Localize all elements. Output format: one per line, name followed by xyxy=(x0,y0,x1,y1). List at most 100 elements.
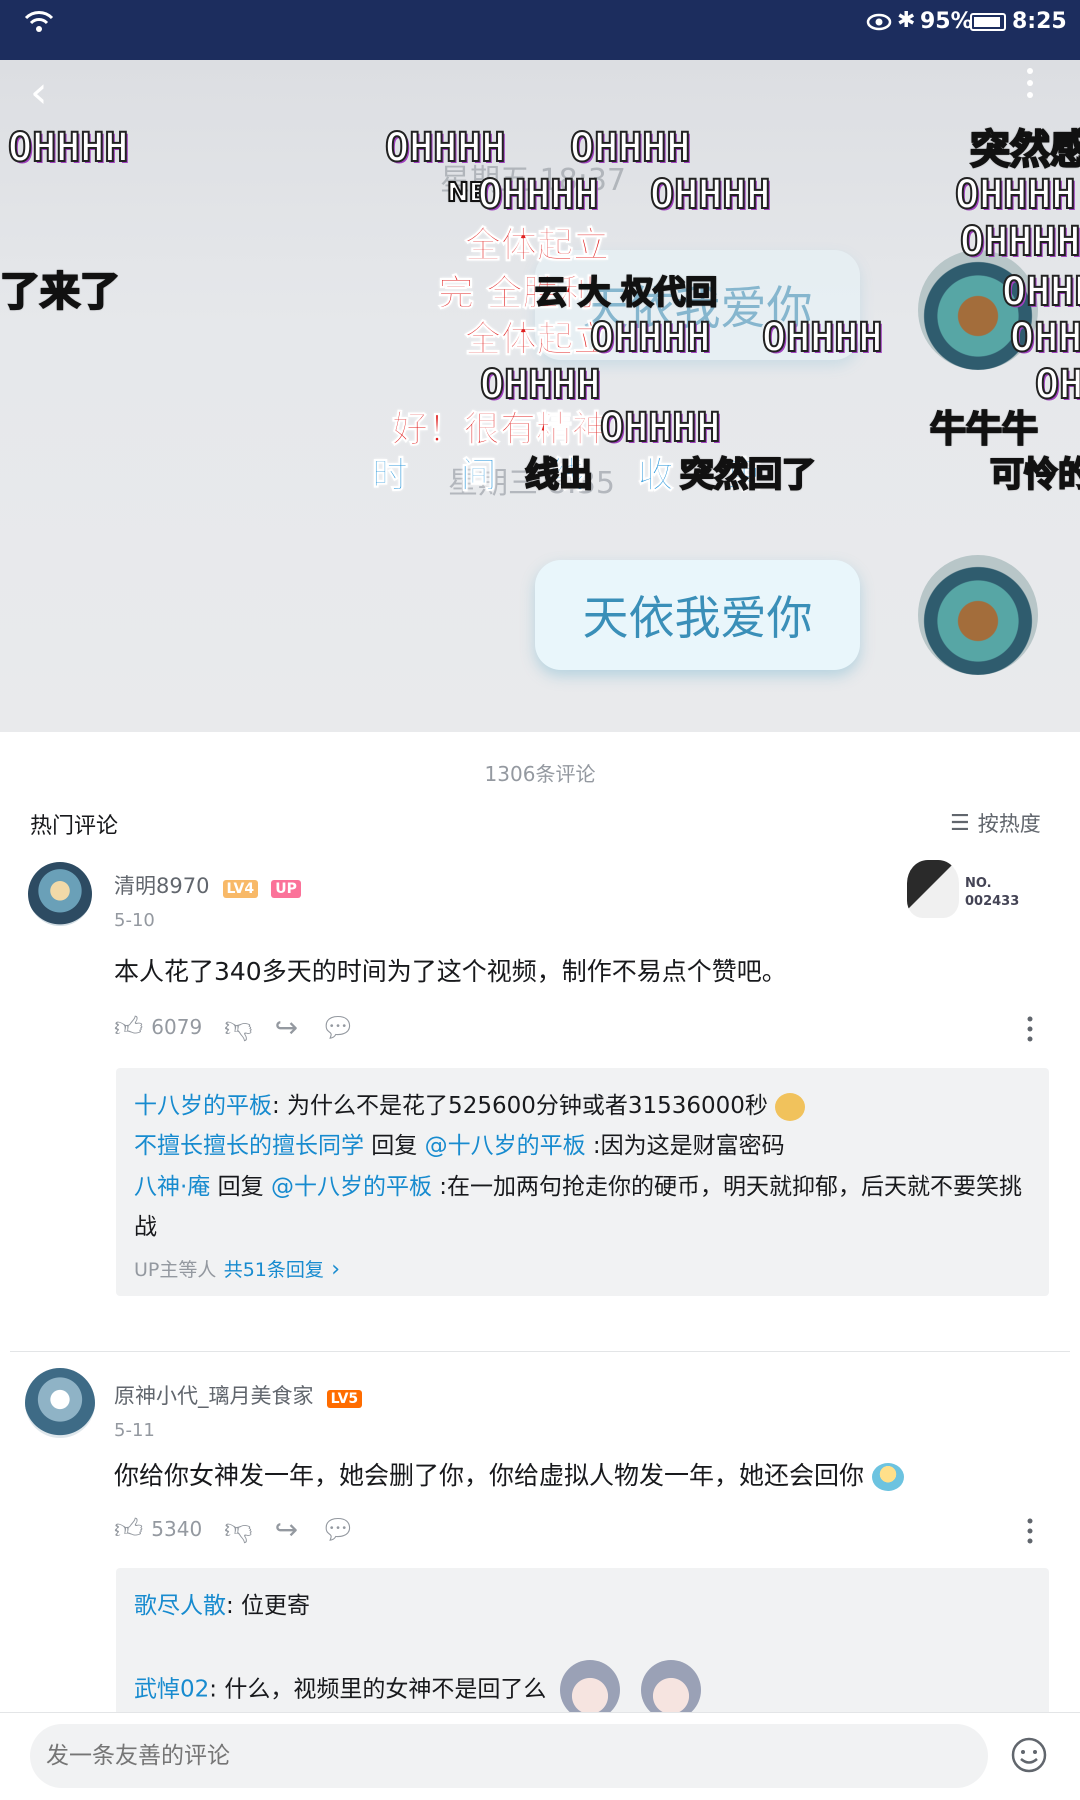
reply-text: 为什么不是花了525600分钟或者31536000秒 xyxy=(279,1093,768,1119)
danmaku: 了来了 xyxy=(0,269,121,315)
comment-input[interactable] xyxy=(30,1724,988,1788)
danmaku: OHHHH xyxy=(1001,269,1080,315)
reply-mid: 回复 xyxy=(210,1173,271,1200)
thumbs-down-icon[interactable]: 👎︎ xyxy=(224,1010,252,1044)
avatar[interactable] xyxy=(28,862,92,926)
like-button[interactable]: 👍︎ 6079 xyxy=(114,1010,202,1044)
chat-bubble: 天依我爱你 xyxy=(535,560,860,670)
reply-mid: 回复 xyxy=(364,1133,425,1160)
danmaku: OHHHH xyxy=(1034,362,1080,408)
reply-username[interactable]: 十八岁的平板 xyxy=(134,1093,272,1119)
reply-item: 十八岁的平板: 为什么不是花了525600分钟或者31536000秒 xyxy=(134,1086,1031,1126)
comment-input-bar xyxy=(0,1712,1080,1800)
fan-badge-avatar xyxy=(907,860,959,918)
danmaku: 云 大 权代回 xyxy=(534,273,718,311)
emoji-picker-icon[interactable] xyxy=(1010,1736,1048,1774)
reply-text: 位更寄 xyxy=(233,1593,311,1619)
sort-label: 按热度 xyxy=(977,812,1041,836)
comment-more-icon[interactable] xyxy=(1026,1016,1034,1042)
input-divider xyxy=(0,1712,1080,1713)
reply-username[interactable]: 歌尽人散 xyxy=(134,1593,226,1619)
reply-bubble-icon[interactable]: 💬︎ xyxy=(320,1011,356,1044)
like-count: 6079 xyxy=(151,1015,203,1039)
sort-button[interactable]: ☰ 按热度 xyxy=(950,808,1041,838)
hot-comments-heading: 热门评论 xyxy=(30,814,119,839)
reply-username[interactable]: 八神·庵 xyxy=(134,1174,210,1200)
reply-item: 八神·庵 回复 @十八岁的平板 :在一加两句抢走你的硬币，明天就抑郁，后天就不要… xyxy=(134,1167,1031,1248)
level-badge: LV4 xyxy=(222,879,259,898)
reply-item: 不擅长擅长的擅长同学 回复 @十八岁的平板 :因为这是财富密码 xyxy=(134,1126,1031,1166)
eye-icon xyxy=(866,12,892,32)
divider xyxy=(10,1351,1070,1352)
share-icon[interactable]: ↪ xyxy=(275,1011,298,1044)
avatar[interactable] xyxy=(25,1368,95,1438)
username[interactable]: 清明8970 xyxy=(114,874,209,898)
danmaku: 线出 xyxy=(524,455,594,495)
wifi-icon xyxy=(24,10,54,34)
danmaku: OHHHH xyxy=(1009,315,1080,361)
emoji-icon xyxy=(871,1463,904,1491)
danmaku: OHHHH xyxy=(384,125,506,171)
comment-actions: 👍︎ 6079 👎︎ ↪ 💬︎ xyxy=(114,1010,356,1044)
chat-bubble-text: 天依我爱你 xyxy=(582,591,813,645)
danmaku: OHHHH xyxy=(7,125,129,171)
danmaku: 突然感 xyxy=(969,127,1080,173)
chat-avatar xyxy=(918,555,1038,675)
danmaku: OHHHH xyxy=(479,362,601,408)
thumbs-down-icon[interactable]: 👎︎ xyxy=(224,1512,252,1546)
reply-username[interactable]: 武悼02 xyxy=(134,1677,209,1703)
reply-mention[interactable]: @十八岁的平板 xyxy=(425,1133,586,1159)
danmaku: 可怜的 xyxy=(989,455,1080,495)
comment-header: 原神小代_璃月美食家 LV5 xyxy=(114,1380,363,1410)
level-badge: LV5 xyxy=(326,1389,363,1408)
danmaku: OHHHH xyxy=(569,125,691,171)
like-count: 5340 xyxy=(151,1517,203,1541)
reply-bubble-icon[interactable]: 💬︎ xyxy=(320,1513,356,1546)
reply-separator: : xyxy=(209,1676,218,1703)
danmaku: 全体起立 xyxy=(464,225,610,266)
comment-date: 5-10 xyxy=(114,910,155,931)
share-icon[interactable]: ↪ xyxy=(275,1513,298,1546)
reply-text: 什么，视频里的女神不是回了么 xyxy=(217,1676,547,1703)
video-player[interactable]: ‹ 星期五 18:37 天依我爱你 星期三 8:35 天依我爱你 OHHHH O… xyxy=(0,60,1080,732)
more-replies-link[interactable]: UP主等人 共51条回复 › xyxy=(134,1249,1031,1290)
more-replies-count: 共51条回复 xyxy=(223,1259,324,1281)
comment-date: 5-11 xyxy=(114,1420,155,1441)
reply-separator: : xyxy=(272,1093,280,1119)
fan-badge-number: 002433 xyxy=(965,894,1020,909)
reply-text: :因为这是财富密码 xyxy=(585,1133,785,1160)
danmaku: OHHHH xyxy=(959,219,1080,265)
more-replies-prefix: UP主等人 xyxy=(134,1259,217,1281)
danmaku: OHHHH xyxy=(477,172,599,218)
danmaku: 突然回了 xyxy=(679,455,817,495)
comment-count: 1306条评论 xyxy=(484,762,596,786)
comment-more-icon[interactable] xyxy=(1026,1518,1034,1544)
fan-badge-no: NO. xyxy=(965,876,992,891)
danmaku: 牛牛牛 xyxy=(929,409,1039,450)
more-menu-icon[interactable] xyxy=(1025,66,1035,100)
comment-text-body: 你给你女神发一年，她会删了你，你给虚拟人物发一年，她还会回你 xyxy=(114,1461,865,1490)
battery-percent: 95% xyxy=(920,9,973,34)
up-badge: UP xyxy=(271,879,301,898)
comment-text: 本人花了340多天的时间为了这个视频，制作不易点个赞吧。 xyxy=(114,957,787,986)
comment-text: 你给你女神发一年，她会删了你，你给虚拟人物发一年，她还会回你 xyxy=(114,1456,1054,1496)
bluetooth-icon: ✱ xyxy=(897,8,916,33)
danmaku: OHHHH xyxy=(761,315,883,361)
reply-box[interactable]: 十八岁的平板: 为什么不是花了525600分钟或者31536000秒 不擅长擅长… xyxy=(116,1068,1049,1296)
doge-emoji-icon xyxy=(775,1092,806,1121)
reply-item: 歌尽人散: 位更寄 xyxy=(134,1586,1031,1626)
reply-username[interactable]: 不擅长擅长的擅长同学 xyxy=(134,1133,364,1159)
comment-header: 清明8970 LV4 UP xyxy=(114,870,301,900)
back-icon[interactable]: ‹ xyxy=(30,60,48,126)
reply-mention[interactable]: @十八岁的平板 xyxy=(271,1174,432,1200)
sort-icon: ☰ xyxy=(950,810,970,836)
comment-actions: 👍︎ 5340 👎︎ ↪ 💬︎ xyxy=(114,1512,356,1546)
clock: 8:25 xyxy=(1012,9,1067,34)
fan-badge: NO. 002433 xyxy=(905,854,1045,924)
danmaku: OHHHH xyxy=(954,172,1076,218)
like-button[interactable]: 👍︎ 5340 xyxy=(114,1512,202,1546)
status-bar: ✱ 95% 8:25 xyxy=(0,0,1080,60)
reply-separator: : xyxy=(226,1593,234,1619)
comments-panel: 1306条评论 热门评论 ☰ 按热度 清明8970 LV4 UP 5-10 NO… xyxy=(0,732,1080,1800)
username[interactable]: 原神小代_璃月美食家 xyxy=(114,1384,314,1408)
